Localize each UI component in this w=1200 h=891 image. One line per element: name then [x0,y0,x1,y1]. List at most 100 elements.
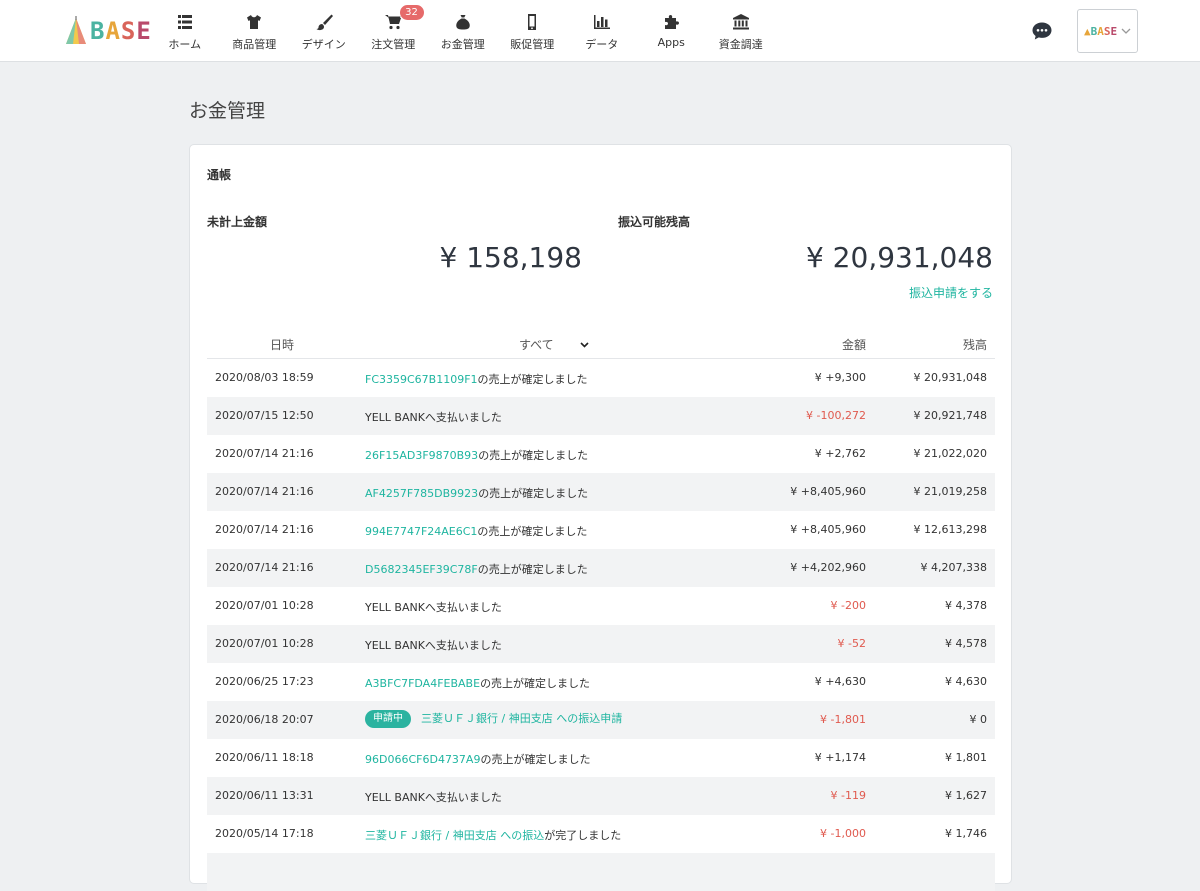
row-date: 2020/07/01 10:28 [215,599,314,612]
row-link[interactable]: AF4257F785DB9923 [365,487,478,500]
row-link[interactable]: 26F15AD3F9870B93 [365,449,478,462]
logo-text: BASE [90,17,152,45]
row-text: YELL BANKへ支払いました [365,791,502,804]
nav-item-products[interactable]: 商品管理 [220,0,290,62]
table-body: 2020/08/03 18:59 FC3359C67B1109F1の売上が確定しま… [207,359,995,891]
row-description: FC3359C67B1109F1の売上が確定しました [365,371,588,387]
balance-column-header: 残高 [962,338,987,352]
row-description: YELL BANKへ支払いました [365,637,502,653]
nav-label: デザイン [301,38,346,51]
row-balance: ¥ 21,022,020 [913,447,987,460]
row-link[interactable]: 994E7747F24AE6C1 [365,525,477,538]
nav-label: データ [585,38,619,51]
row-balance: ¥ 20,931,048 [913,371,987,384]
row-amount: ¥ +1,174 [814,751,866,764]
row-amount: ¥ -100,272 [806,409,866,422]
nav-item-design[interactable]: デザイン [289,0,359,62]
nav-item-funding[interactable]: 資金調達 [706,0,776,62]
nav-item-data[interactable]: データ [567,0,637,62]
nav-item-home[interactable]: ホーム [150,0,220,62]
row-description: 申請中 三菱ＵＦＪ銀行 / 神田支店 への振込申請 [365,710,622,728]
row-link[interactable]: 三菱ＵＦＪ銀行 / 神田支店 への振込申請 [421,712,622,725]
shop-logo: ▲BASE [1083,24,1118,38]
row-balance: ¥ 1,801 [945,751,987,764]
table-row: 2020/07/01 10:28 YELL BANKへ支払いました ¥ -200 ¥ … [207,587,995,625]
row-text: の売上が確定しました [477,373,588,386]
passbook-card: 通帳 未計上金額 ¥ 158,198 振込可能残高 ¥ 20,931,048 振… [189,144,1012,891]
row-amount: ¥ +4,630 [814,675,866,688]
money-bag-icon [453,12,473,32]
row-description: 26F15AD3F9870B93の売上が確定しました [365,447,588,463]
shop-menu-button[interactable]: ▲BASE [1077,9,1138,53]
filter-selected-value: すべて [519,338,554,352]
row-balance: ¥ 4,207,338 [920,561,987,574]
row-date: 2020/07/01 10:28 [215,637,314,650]
table-row: 2020/07/14 21:16 D5682345EF39C78Fの売上が確定しま… [207,549,995,587]
row-text: YELL BANKへ支払いました [365,601,502,614]
page-title: お金管理 [189,100,266,122]
brush-icon [314,12,334,32]
row-date: 2020/05/14 17:18 [215,827,314,840]
row-balance: ¥ 21,019,258 [913,485,987,498]
shirt-icon [244,12,264,32]
row-date: 2020/06/25 17:23 [215,675,314,688]
row-description: YELL BANKへ支払いました [365,599,502,615]
row-date: 2020/06/11 18:18 [215,751,314,764]
row-balance: ¥ 4,378 [945,599,987,612]
row-balance: ¥ 0 [969,713,988,726]
row-amount: ¥ +4,202,960 [790,561,866,574]
row-date: 2020/06/11 13:31 [215,789,314,802]
puzzle-icon [661,12,681,32]
chevron-down-icon [1121,28,1131,34]
nav-item-money[interactable]: お金管理 [428,0,498,62]
row-text: の売上が確定しました [480,677,591,690]
nav-label: 資金調達 [718,38,763,51]
main-nav: ホーム 商品管理 デザイン 注文管理 32 お金管理 販促管理 データ Apps… [150,0,776,62]
table-row: 2020/07/15 12:50 YELL BANKへ支払いました ¥ -100,2… [207,397,995,435]
row-date: 2020/07/15 12:50 [215,409,314,422]
nav-label: 注文管理 [371,38,416,51]
row-link[interactable]: FC3359C67B1109F1 [365,373,478,386]
nav-label: Apps [657,36,685,49]
row-amount: ¥ +9,300 [814,371,866,384]
row-amount: ¥ +8,405,960 [790,485,866,498]
chat-button[interactable] [1031,21,1053,41]
row-link[interactable]: 96D066CF6D4737A9 [365,753,480,766]
date-column-header: 日時 [270,338,295,352]
table-row: 2020/07/14 21:16 AF4257F785DB9923の売上が確定しま… [207,473,995,511]
nav-item-apps[interactable]: Apps [637,0,707,62]
transfer-request-link[interactable]: 振込申請をする [909,284,993,301]
base-logo[interactable]: BASE [64,14,152,48]
row-amount: ¥ -1,801 [820,713,866,726]
bank-icon [731,12,751,32]
unsettled-label: 未計上金額 [207,215,268,229]
transaction-table: 日時 すべて 金額 残高 2020/08/03 18:59 FC3359C67B1… [207,326,995,891]
top-navigation-bar: BASE ホーム 商品管理 デザイン 注文管理 32 お金管理 販促管理 データ… [0,0,1200,62]
row-balance: ¥ 4,630 [945,675,987,688]
row-date: 2020/07/14 21:16 [215,523,314,536]
table-row: 2020/06/11 18:18 96D066CF6D4737A9の売上が確定しま… [207,739,995,777]
nav-label: 商品管理 [232,38,277,51]
row-balance: ¥ 1,627 [945,789,987,802]
nav-item-promotion[interactable]: 販促管理 [498,0,568,62]
row-date: 2020/07/14 21:16 [215,561,314,574]
row-date: 2020/08/03 18:59 [215,371,314,384]
table-row: 2020/07/14 21:16 26F15AD3F9870B93の売上が確定しま… [207,435,995,473]
type-filter-select[interactable]: すべて [519,336,589,353]
row-text: の売上が確定しました [478,487,589,500]
row-amount: ¥ -200 [830,599,866,612]
smartphone-icon [522,12,542,32]
row-link[interactable]: 三菱ＵＦＪ銀行 / 神田支店 への振込 [365,829,544,842]
row-link[interactable]: A3BFC7FDA4FEBABE [365,677,480,690]
nav-label: 販促管理 [510,38,555,51]
row-amount: ¥ +8,405,960 [790,523,866,536]
row-date: 2020/06/18 20:07 [215,713,314,726]
row-description: YELL BANKへ支払いました [365,789,502,805]
row-description: 三菱ＵＦＪ銀行 / 神田支店 への振込が完了しました [365,827,621,843]
withdrawable-label: 振込可能残高 [618,215,691,229]
row-amount: ¥ -52 [837,637,866,650]
nav-item-orders[interactable]: 注文管理 32 [359,0,429,62]
row-link[interactable]: D5682345EF39C78F [365,563,478,576]
nav-label: ホーム [168,38,202,51]
list-icon [175,12,195,32]
